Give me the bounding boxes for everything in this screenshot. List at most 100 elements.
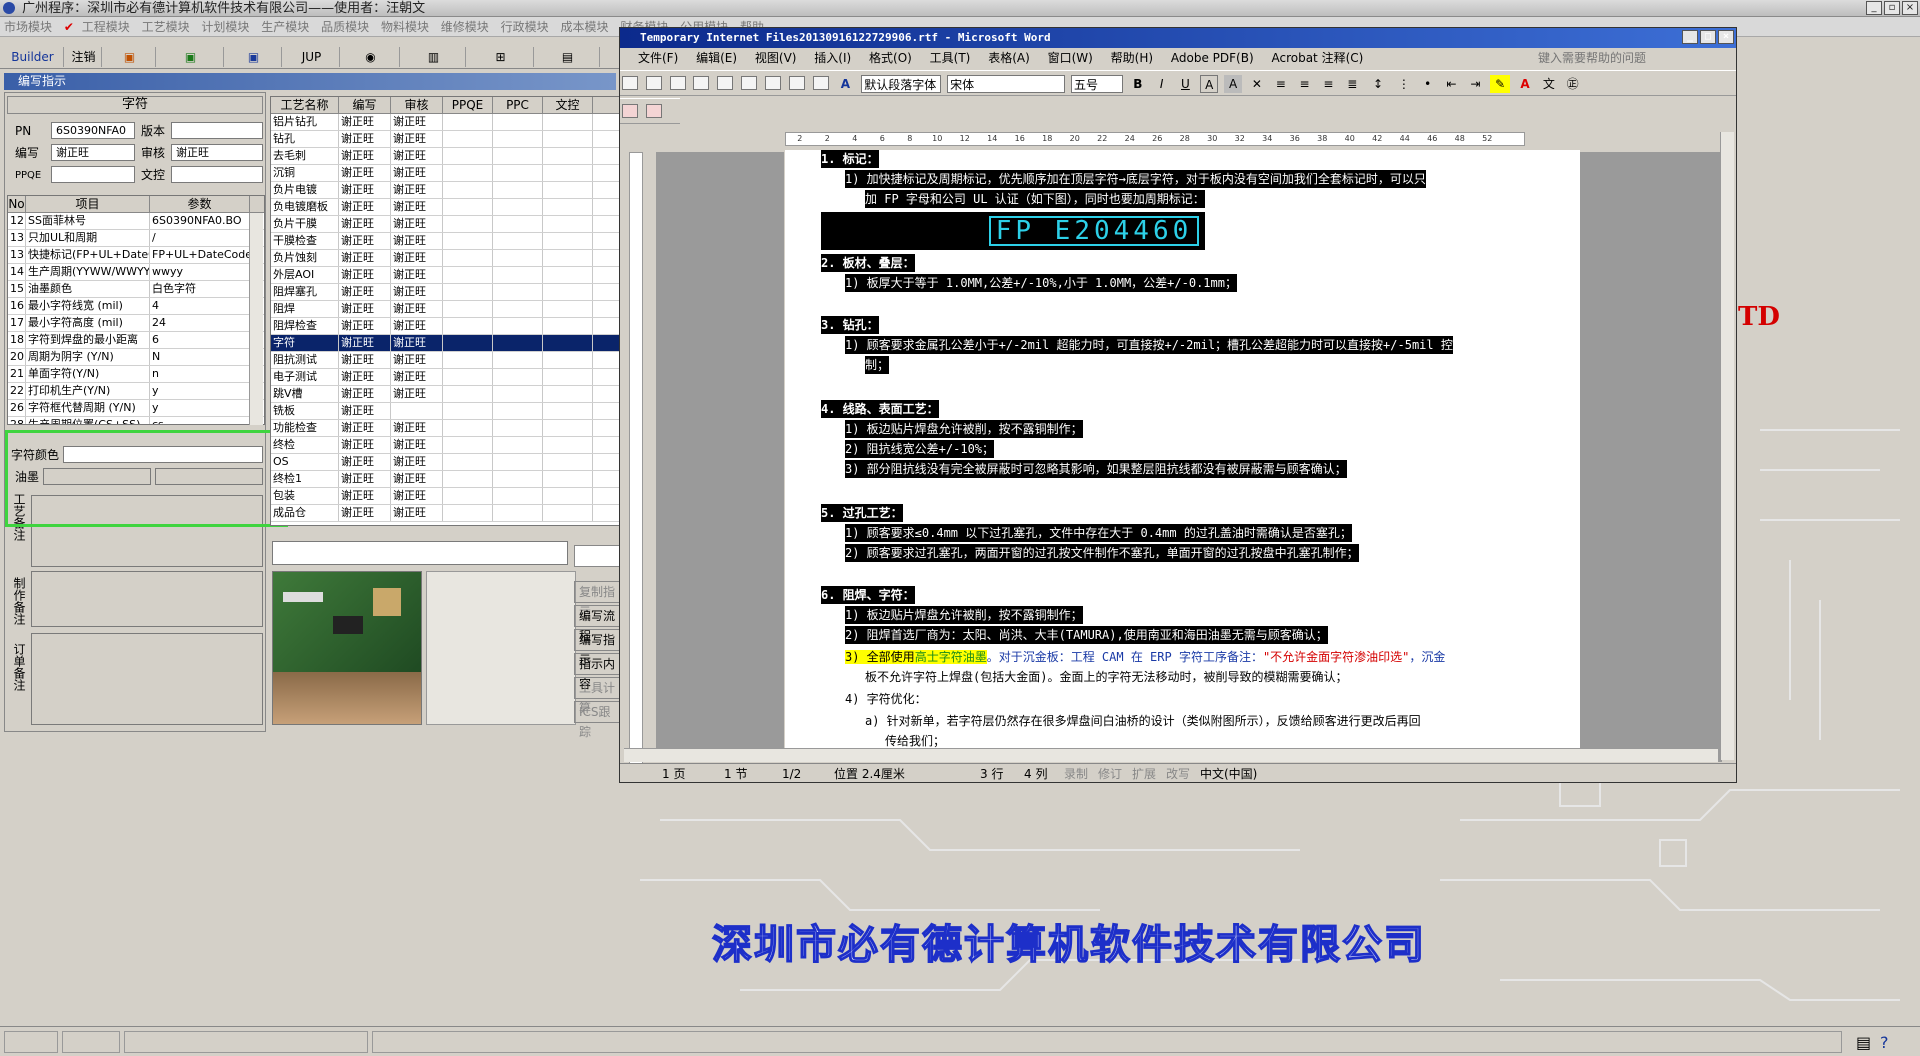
restore-button[interactable]: ▫ bbox=[1884, 1, 1900, 15]
eye-icon[interactable]: ◉ bbox=[342, 47, 400, 67]
review-field[interactable]: 谢正旺 bbox=[171, 144, 263, 161]
pdf-icon[interactable] bbox=[622, 104, 638, 118]
copy-icon[interactable] bbox=[764, 76, 781, 90]
order-note[interactable] bbox=[31, 633, 263, 725]
process-row[interactable]: 功能检查 谢正旺 谢正旺 bbox=[271, 420, 619, 437]
param-row[interactable]: 13 只加UL和周期 / bbox=[8, 230, 264, 247]
process-row[interactable]: 负电镀磨板 谢正旺 谢正旺 bbox=[271, 199, 619, 216]
status-rev[interactable]: 修订 bbox=[1098, 764, 1122, 784]
edit-flow-button[interactable]: 编写流程 bbox=[574, 605, 620, 643]
undo-icon[interactable] bbox=[812, 76, 829, 90]
param-row[interactable]: 12 SS面菲林号 6S0390NFA0.BO bbox=[8, 213, 264, 230]
menu-material[interactable]: 物料模块 bbox=[381, 20, 429, 34]
ppqe-field[interactable] bbox=[51, 166, 135, 183]
status-ext[interactable]: 扩展 bbox=[1132, 764, 1156, 784]
logout-button[interactable]: 注销 bbox=[66, 47, 102, 67]
border-char-icon[interactable]: A bbox=[1200, 75, 1219, 93]
shade-char-icon[interactable]: A bbox=[1224, 75, 1243, 93]
indent-icon[interactable]: ⇥ bbox=[1466, 75, 1484, 93]
param-row[interactable]: 14 生产周期(YYWW/WWYY) wwyy bbox=[8, 264, 264, 281]
word-menu-window[interactable]: 窗口(W) bbox=[1048, 51, 1093, 65]
process-row[interactable]: 包装 谢正旺 谢正旺 bbox=[271, 488, 619, 505]
author-field[interactable]: 谢正旺 bbox=[51, 144, 135, 161]
ics-track-button[interactable]: ICS跟踪 bbox=[574, 701, 620, 739]
process-row[interactable]: 阻焊检查 谢正旺 谢正旺 bbox=[271, 318, 619, 335]
process-row[interactable]: OS 谢正旺 谢正旺 bbox=[271, 454, 619, 471]
param-row[interactable]: 28 生产周期位置(CS+SS) cs bbox=[8, 417, 264, 424]
process-select[interactable] bbox=[272, 541, 568, 565]
params-scrollbar[interactable] bbox=[249, 213, 263, 425]
menu-admin[interactable]: 行政模块 bbox=[501, 20, 549, 34]
process-row[interactable]: 阻焊 谢正旺 谢正旺 bbox=[271, 301, 619, 318]
print-icon[interactable] bbox=[741, 76, 758, 90]
align-left-icon[interactable]: ≡ bbox=[1272, 75, 1290, 93]
minimize-button[interactable]: _ bbox=[1866, 1, 1882, 15]
word-menu-insert[interactable]: 插入(I) bbox=[814, 51, 851, 65]
book-icon[interactable]: ▥ bbox=[402, 47, 466, 67]
builder-button[interactable]: Builder bbox=[2, 47, 64, 67]
menu-engineering[interactable]: 工程模块 bbox=[82, 20, 130, 34]
doc-vscrollbar[interactable] bbox=[1720, 132, 1734, 760]
font-color-icon[interactable]: A bbox=[1516, 75, 1534, 93]
process-row[interactable]: 外层AOI 谢正旺 谢正旺 bbox=[271, 267, 619, 284]
status-ovr[interactable]: 改写 bbox=[1166, 764, 1190, 784]
menu-maintenance[interactable]: 维修模块 bbox=[441, 20, 489, 34]
tool-calc-button[interactable]: 工具计算 bbox=[574, 677, 620, 715]
param-row[interactable]: 17 最小字符高度 (mil) 24 bbox=[8, 315, 264, 332]
underline-icon[interactable]: U bbox=[1176, 75, 1194, 93]
word-maximize-button[interactable]: □ bbox=[1700, 30, 1716, 44]
process-row[interactable]: 铝片钻孔 谢正旺 谢正旺 bbox=[271, 114, 619, 131]
numbering-icon[interactable]: ⋮ bbox=[1395, 75, 1413, 93]
bold-icon[interactable]: B bbox=[1129, 75, 1147, 93]
process-row[interactable]: 终检 谢正旺 谢正旺 bbox=[271, 437, 619, 454]
align-center-icon[interactable]: ≡ bbox=[1296, 75, 1314, 93]
process-row[interactable]: 铣板 谢正旺 bbox=[271, 403, 619, 420]
param-row[interactable]: 21 单面字符(Y/N) n bbox=[8, 366, 264, 383]
justify-icon[interactable]: ≣ bbox=[1343, 75, 1361, 93]
ppt-icon[interactable]: ▣ bbox=[104, 47, 156, 67]
outdent-icon[interactable]: ⇤ bbox=[1443, 75, 1461, 93]
italic-icon[interactable]: I bbox=[1153, 75, 1171, 93]
printer-icon[interactable]: ▤ bbox=[1856, 1033, 1871, 1052]
param-row[interactable]: 26 字符框代替周期 (Y/N) y bbox=[8, 400, 264, 417]
word-menu-edit[interactable]: 编辑(E) bbox=[696, 51, 737, 65]
word-icon[interactable]: ▣ bbox=[226, 47, 282, 67]
process-row[interactable]: 负片干膜 谢正旺 谢正旺 bbox=[271, 216, 619, 233]
process-row[interactable]: 阻抗测试 谢正旺 谢正旺 bbox=[271, 352, 619, 369]
pdf-mail-icon[interactable] bbox=[645, 104, 662, 118]
word-menu-view[interactable]: 视图(V) bbox=[755, 51, 797, 65]
word-menu-format[interactable]: 格式(O) bbox=[869, 51, 912, 65]
edit-instruction-button[interactable]: 编写指示 bbox=[574, 629, 620, 667]
word-menu-tools[interactable]: 工具(T) bbox=[930, 51, 971, 65]
process-row[interactable]: 电子测试 谢正旺 谢正旺 bbox=[271, 369, 619, 386]
word-menu-table[interactable]: 表格(A) bbox=[988, 51, 1030, 65]
line-spacing-icon[interactable]: ↕ bbox=[1367, 75, 1389, 93]
print-icon[interactable]: ▤ bbox=[536, 47, 600, 67]
version-field[interactable] bbox=[171, 122, 263, 139]
make-note[interactable] bbox=[31, 571, 263, 627]
param-row[interactable]: 18 字符到焊盘的最小距离 6 bbox=[8, 332, 264, 349]
enclose-icon[interactable]: ㊣ bbox=[1564, 75, 1582, 93]
close-button[interactable]: × bbox=[1902, 1, 1918, 15]
control-field[interactable] bbox=[171, 166, 263, 183]
document-page[interactable]: 1. 标记： 1) 加快捷标记及周期标记，优先顺序加在顶层字符→底层字符，对于板… bbox=[785, 150, 1580, 760]
param-row[interactable]: 22 打印机生产(Y/N) y bbox=[8, 383, 264, 400]
process-row[interactable]: 终检1 谢正旺 谢正旺 bbox=[271, 471, 619, 488]
instruction-content-button[interactable]: 指示内容 bbox=[574, 653, 620, 691]
status-rec[interactable]: 录制 bbox=[1064, 764, 1088, 784]
menu-production[interactable]: 生产模块 bbox=[261, 20, 309, 34]
process-row[interactable]: 去毛刺 谢正旺 谢正旺 bbox=[271, 148, 619, 165]
new-doc-icon[interactable] bbox=[622, 76, 638, 90]
excel-icon[interactable]: ▣ bbox=[158, 47, 224, 67]
phonetic-icon[interactable]: 文 bbox=[1540, 75, 1558, 93]
menu-market[interactable]: 市场模块 bbox=[4, 20, 52, 34]
word-menu-help[interactable]: 帮助(H) bbox=[1111, 51, 1153, 65]
help-search-input[interactable] bbox=[1538, 50, 1714, 66]
side-input[interactable] bbox=[574, 545, 620, 567]
help-icon[interactable]: ? bbox=[1880, 1033, 1889, 1052]
menu-plan[interactable]: 计划模块 bbox=[201, 20, 249, 34]
word-menu-acrobat[interactable]: Acrobat 注释(C) bbox=[1271, 51, 1363, 65]
menu-process[interactable]: 工艺模块 bbox=[142, 20, 190, 34]
word-menu-adobe[interactable]: Adobe PDF(B) bbox=[1171, 51, 1254, 65]
process-row[interactable]: 阻焊塞孔 谢正旺 谢正旺 bbox=[271, 284, 619, 301]
